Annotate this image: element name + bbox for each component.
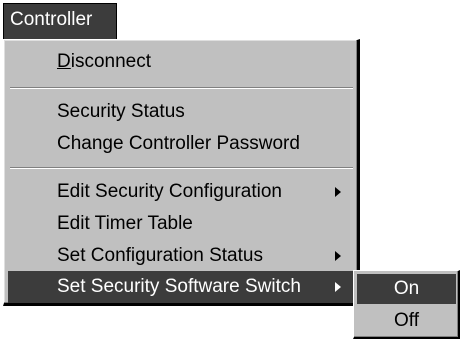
change-password-label: Change Controller Password: [57, 133, 300, 154]
disconnect-accelerator: D: [57, 51, 71, 72]
edit-timer-table-label: Edit Timer Table: [57, 213, 193, 234]
menu-separator: [10, 167, 353, 169]
submenu-arrow-icon: [335, 282, 341, 292]
submenu-on-label: On: [393, 278, 420, 299]
controller-dropdown-menu: Disconnect Security Status Change Contro…: [3, 39, 360, 306]
submenu-off-label: Off: [394, 310, 419, 331]
menu-item-set-security-switch[interactable]: Set Security Software Switch: [8, 271, 354, 303]
menu-item-edit-security-config[interactable]: Edit Security Configuration: [8, 176, 354, 208]
security-status-label: Security Status: [57, 101, 185, 122]
menu-item-disconnect[interactable]: Disconnect: [8, 46, 354, 78]
menubar-controller-label: Controller: [10, 9, 93, 30]
set-security-switch-label: Set Security Software Switch: [57, 276, 301, 297]
menu-separator: [10, 87, 353, 89]
submenu-arrow-icon: [335, 251, 341, 261]
submenu-item-on[interactable]: On: [357, 274, 456, 304]
menubar-controller[interactable]: Controller: [3, 3, 117, 39]
submenu-arrow-icon: [335, 187, 341, 197]
menu-item-set-config-status[interactable]: Set Configuration Status: [8, 240, 354, 272]
edit-security-config-label: Edit Security Configuration: [57, 181, 282, 202]
menu-item-edit-timer-table[interactable]: Edit Timer Table: [8, 208, 354, 240]
set-config-status-label: Set Configuration Status: [57, 245, 263, 266]
menu-item-security-status[interactable]: Security Status: [8, 96, 354, 128]
security-switch-submenu: On Off: [353, 270, 460, 339]
submenu-item-off[interactable]: Off: [357, 306, 456, 336]
menu-item-change-password[interactable]: Change Controller Password: [8, 128, 354, 160]
disconnect-label: isconnect: [70, 51, 152, 72]
